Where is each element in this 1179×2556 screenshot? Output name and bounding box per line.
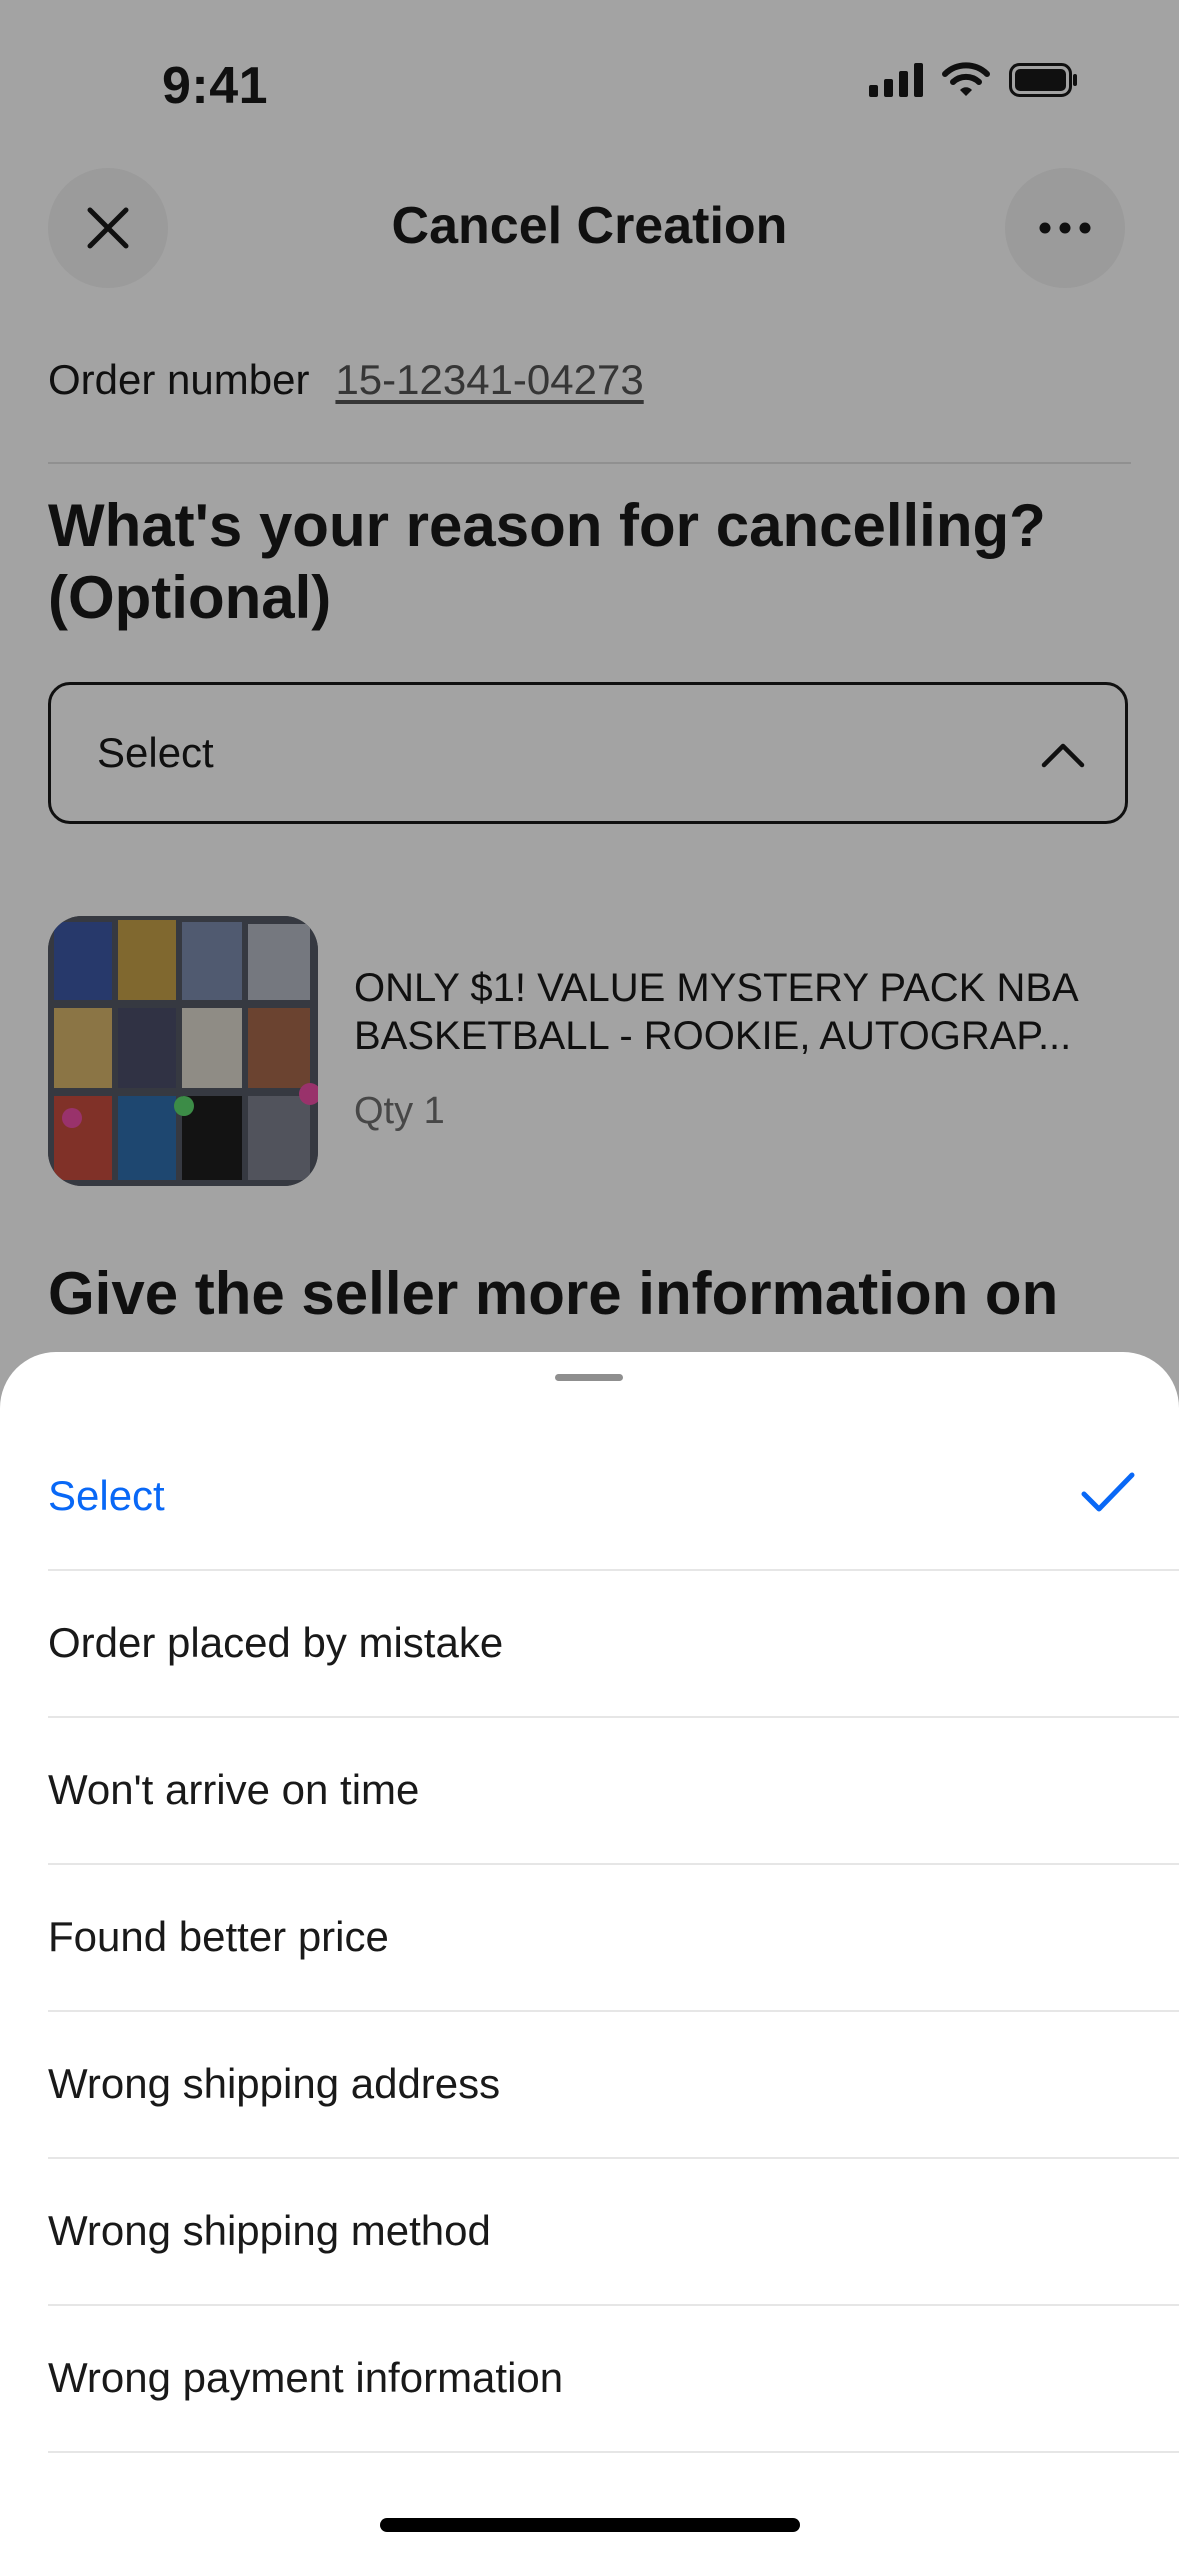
option-wrong-shipping-method[interactable]: Wrong shipping method xyxy=(48,2159,1179,2306)
option-label: Select xyxy=(48,1472,165,1519)
option-select[interactable]: Select xyxy=(48,1424,1179,1571)
option-label: Wrong shipping address xyxy=(48,2060,501,2107)
sheet-drag-handle[interactable] xyxy=(555,1374,623,1381)
option-label: Wrong shipping method xyxy=(48,2207,491,2254)
option-order-placed-by-mistake[interactable]: Order placed by mistake xyxy=(48,1571,1179,1718)
option-label: Wrong payment information xyxy=(48,2354,564,2401)
option-found-better-price[interactable]: Found better price xyxy=(48,1865,1179,2012)
reason-bottom-sheet: Select Order placed by mistake Won't arr… xyxy=(0,1352,1179,2556)
home-indicator[interactable] xyxy=(380,2518,800,2532)
option-wrong-shipping-address[interactable]: Wrong shipping address xyxy=(48,2012,1179,2159)
option-label: Won't arrive on time xyxy=(48,1766,420,1813)
option-wrong-payment-information[interactable]: Wrong payment information xyxy=(48,2306,1179,2453)
option-label: Order placed by mistake xyxy=(48,1619,504,1666)
option-label: Found better price xyxy=(48,1913,389,1960)
option-wont-arrive-on-time[interactable]: Won't arrive on time xyxy=(48,1718,1179,1865)
checkmark-icon xyxy=(1081,1472,1135,1512)
